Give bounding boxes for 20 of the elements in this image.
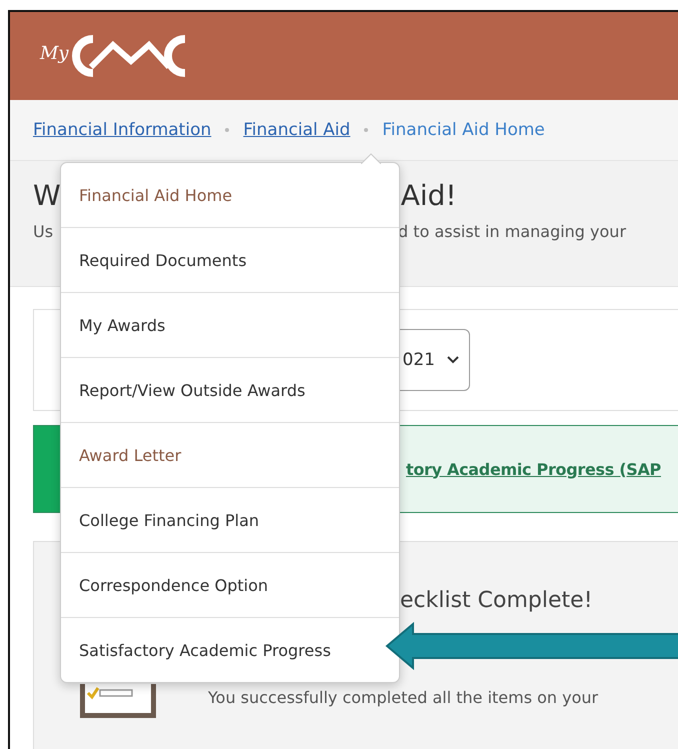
menu-item[interactable]: College Financing Plan	[61, 487, 399, 552]
separator-dot	[364, 128, 368, 132]
breadcrumb-current[interactable]: Financial Aid Home	[382, 120, 545, 140]
menu-item[interactable]: Required Documents	[61, 227, 399, 292]
separator-dot	[225, 128, 230, 132]
menu-item[interactable]: Financial Aid Home	[61, 163, 399, 227]
page-subtitle: Us	[33, 222, 54, 241]
page-title: W	[33, 179, 61, 212]
menu-item[interactable]: My Awards	[61, 292, 399, 357]
checklist-title: ecklist Complete!	[400, 588, 593, 613]
checklist-message: You successfully completed all the items on your	[208, 688, 598, 707]
menu-item[interactable]: Correspondence Option	[61, 552, 399, 617]
menu-item[interactable]: Award Letter	[61, 422, 399, 487]
menu-item[interactable]: Report/View Outside Awards	[61, 357, 399, 422]
chevron-down-icon	[447, 356, 459, 364]
sap-link[interactable]: tory Academic Progress (SAP	[406, 460, 661, 478]
breadcrumb-link[interactable]: Financial Aid	[243, 120, 350, 140]
breadcrumb-link[interactable]: Financial Information	[33, 120, 212, 140]
logo-prefix: My	[40, 42, 69, 64]
page-title: Aid!	[400, 179, 457, 212]
